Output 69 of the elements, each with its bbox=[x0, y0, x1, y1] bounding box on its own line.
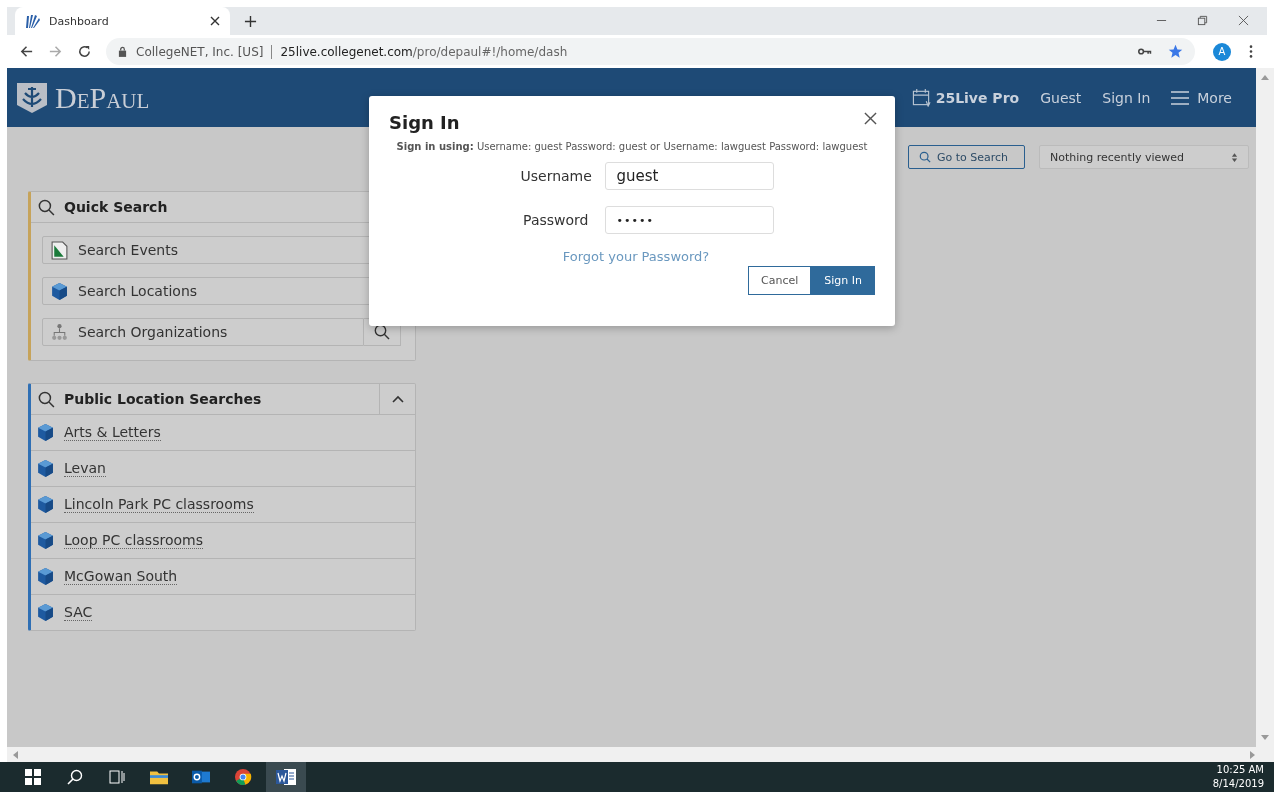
password-field[interactable]: ••••• bbox=[604, 206, 774, 234]
go-to-search-button[interactable]: Go to Search bbox=[908, 145, 1025, 169]
calendar-icon bbox=[911, 88, 931, 107]
menu-icon[interactable] bbox=[1249, 45, 1253, 58]
location-search-link[interactable]: SAC bbox=[64, 604, 93, 621]
logo-text[interactable]: DePaul bbox=[55, 80, 150, 115]
tab-title: Dashboard bbox=[49, 14, 110, 28]
field-label: Username bbox=[520, 168, 589, 184]
address-field[interactable]: CollegeNET, Inc. [US] 25live.collegenet.com/pro/depaul#!/home/dash bbox=[106, 38, 1195, 65]
document-icon bbox=[51, 240, 68, 260]
cube-icon bbox=[37, 531, 54, 550]
search-icon[interactable] bbox=[66, 769, 84, 785]
search-icon bbox=[374, 324, 390, 340]
sort-caret-icon bbox=[1231, 151, 1238, 163]
menu-icon bbox=[1171, 90, 1190, 105]
location-search-link[interactable]: Lincoln Park PC classrooms bbox=[64, 496, 254, 513]
chevron-icon bbox=[391, 395, 404, 403]
browser-app-icon[interactable] bbox=[234, 769, 252, 785]
location-search-link[interactable]: Arts & Letters bbox=[64, 424, 161, 441]
search-icon bbox=[38, 390, 55, 408]
nav-link[interactable]: Sign In bbox=[1102, 89, 1151, 106]
nav-link[interactable]: Guest bbox=[1040, 89, 1082, 106]
folder-icon[interactable] bbox=[150, 769, 168, 785]
cube-icon bbox=[37, 423, 54, 442]
location-search-link[interactable]: Loop PC classrooms bbox=[64, 532, 203, 549]
new-tab-icon[interactable] bbox=[244, 15, 257, 28]
cube-icon bbox=[37, 459, 54, 478]
more-menu-button[interactable]: More bbox=[1171, 89, 1232, 106]
windows-start-icon[interactable] bbox=[24, 769, 42, 785]
panel-title: Public Location Searches bbox=[64, 391, 262, 407]
reload-icon[interactable] bbox=[77, 44, 92, 59]
dialog-title: Sign In bbox=[389, 112, 460, 133]
lock-icon bbox=[118, 46, 127, 57]
location-search-link[interactable]: McGowan South bbox=[64, 568, 178, 585]
profile-avatar[interactable]: A bbox=[1213, 42, 1231, 61]
key-icon[interactable] bbox=[1138, 47, 1152, 56]
cube-icon bbox=[37, 567, 54, 586]
url-path: /pro/depaul#!/home/dash bbox=[412, 44, 568, 59]
product-link[interactable]: 25Live Pro bbox=[911, 88, 1020, 107]
cube-icon bbox=[37, 495, 54, 514]
search-icon bbox=[38, 198, 55, 216]
star-icon[interactable] bbox=[1168, 44, 1183, 59]
field-label: Password bbox=[522, 212, 589, 228]
quick-search-field[interactable]: Search Organizations bbox=[42, 318, 364, 346]
clock-date[interactable]: 8/14/2019 bbox=[1212, 777, 1264, 791]
shield-icon bbox=[15, 80, 49, 115]
word-app-icon[interactable] bbox=[266, 762, 306, 792]
close-icon[interactable] bbox=[1238, 15, 1249, 26]
back-icon[interactable] bbox=[19, 44, 34, 59]
recent-dropdown[interactable]: Nothing recently viewed bbox=[1039, 145, 1249, 169]
cancel-button[interactable]: Cancel bbox=[748, 266, 812, 295]
clock-time[interactable]: 10:25 AM bbox=[1216, 763, 1264, 777]
org-chart-icon bbox=[51, 322, 68, 342]
task-view-icon[interactable] bbox=[108, 769, 126, 785]
cube-icon bbox=[37, 603, 54, 622]
site-identity: CollegeNET, Inc. [US] bbox=[136, 44, 264, 59]
url-host: 25live.collegenet.com bbox=[280, 44, 413, 59]
sign-in-button[interactable]: Sign In bbox=[811, 266, 875, 295]
close-icon[interactable] bbox=[864, 112, 877, 125]
panel-title: Quick Search bbox=[64, 199, 168, 215]
browser-tab[interactable]: Dashboard bbox=[15, 7, 230, 35]
username-field[interactable]: guest bbox=[604, 162, 774, 190]
search-icon bbox=[919, 151, 931, 163]
close-tab-icon[interactable] bbox=[210, 16, 220, 26]
restore-icon[interactable] bbox=[1197, 15, 1208, 26]
mail-app-icon[interactable] bbox=[192, 769, 210, 785]
sign-in-hint: Sign in using: Username: guest Password: guest or Username: lawguest Password: lawguest bbox=[395, 141, 869, 152]
cube-icon bbox=[51, 281, 68, 301]
location-search-link[interactable]: Levan bbox=[64, 460, 106, 477]
